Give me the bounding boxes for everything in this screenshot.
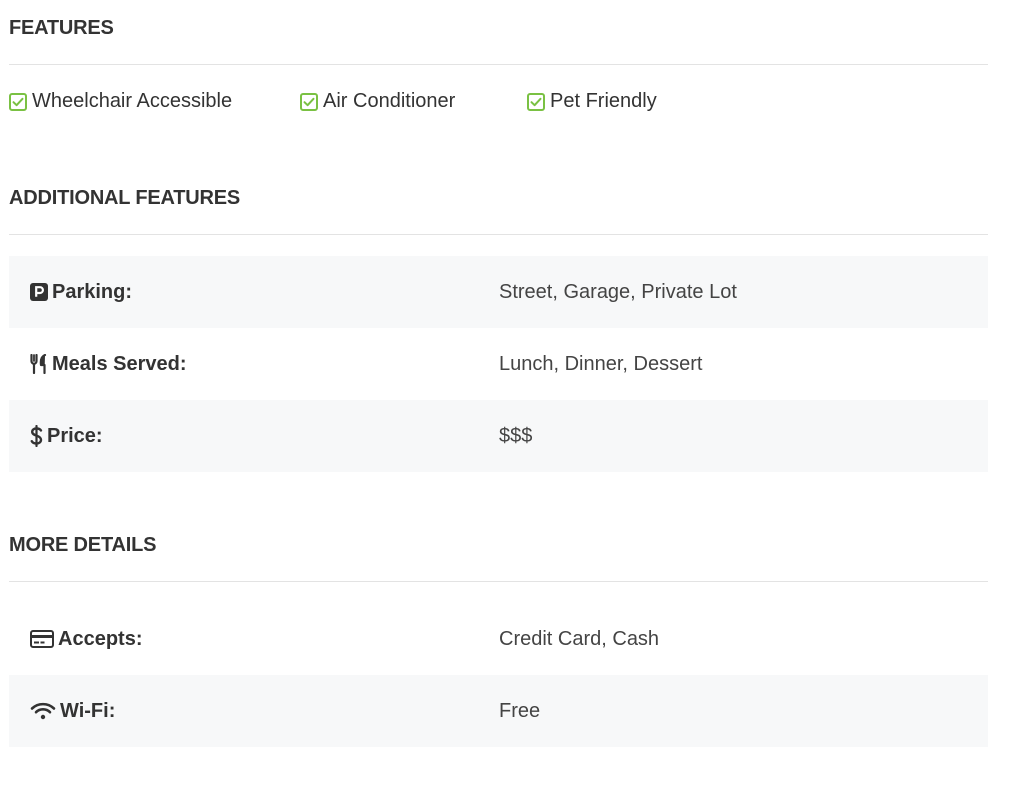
detail-label: Meals Served: [52,352,187,375]
dollar-icon [30,425,43,447]
detail-row-meals-served: Meals Served: Lunch, Dinner, Dessert [9,328,988,400]
features-section: FEATURES Wheelchair Accessible Air Condi… [9,0,988,139]
detail-value: Lunch, Dinner, Dessert [499,352,703,375]
more-details-section: MORE DETAILS Accepts: Credit Card, Cash [9,516,988,747]
detail-row-accepts: Accepts: Credit Card, Cash [9,603,988,675]
wifi-icon [30,702,56,720]
more-details-title: MORE DETAILS [9,534,157,556]
features-title: FEATURES [9,17,114,39]
utensils-icon [30,354,48,374]
feature-wheelchair-accessible: Wheelchair Accessible [9,90,232,113]
more-details-divider [9,581,988,582]
detail-row-price: Price: $$$ [9,400,988,472]
detail-row-wifi: Wi-Fi: Free [9,675,988,747]
checkbox-checked-icon [9,92,27,111]
detail-value: Credit Card, Cash [499,627,660,650]
detail-value: $$$ [499,424,533,447]
additional-features-title: ADDITIONAL FEATURES [9,187,241,209]
listing-details: FEATURES Wheelchair Accessible Air Condi… [9,0,988,747]
feature-label: Air Conditioner [323,90,456,112]
feature-label: Wheelchair Accessible [32,90,233,112]
detail-row-parking: Parking: Street, Garage, Private Lot [9,256,988,328]
additional-features-section: ADDITIONAL FEATURES Parking: Street, Gar… [9,169,988,472]
feature-air-conditioner: Air Conditioner [300,90,455,113]
checkbox-checked-icon [300,92,318,111]
detail-label: Accepts: [58,627,143,650]
feature-pet-friendly: Pet Friendly [527,90,657,113]
detail-value: Free [499,699,541,722]
feature-label: Pet Friendly [550,90,657,112]
detail-label: Parking: [52,280,133,303]
more-details-table: Accepts: Credit Card, Cash Wi-Fi: Free [9,603,988,747]
parking-icon [30,283,48,301]
additional-features-divider [9,234,988,235]
features-list: Wheelchair Accessible Air Conditioner Pe… [9,65,988,139]
additional-features-table: Parking: Street, Garage, Private Lot Mea… [9,256,988,472]
checkbox-checked-icon [527,92,545,111]
credit-card-icon [30,630,54,648]
detail-label: Wi-Fi: [60,699,116,722]
detail-label: Price: [47,424,103,447]
detail-value: Street, Garage, Private Lot [499,280,737,303]
